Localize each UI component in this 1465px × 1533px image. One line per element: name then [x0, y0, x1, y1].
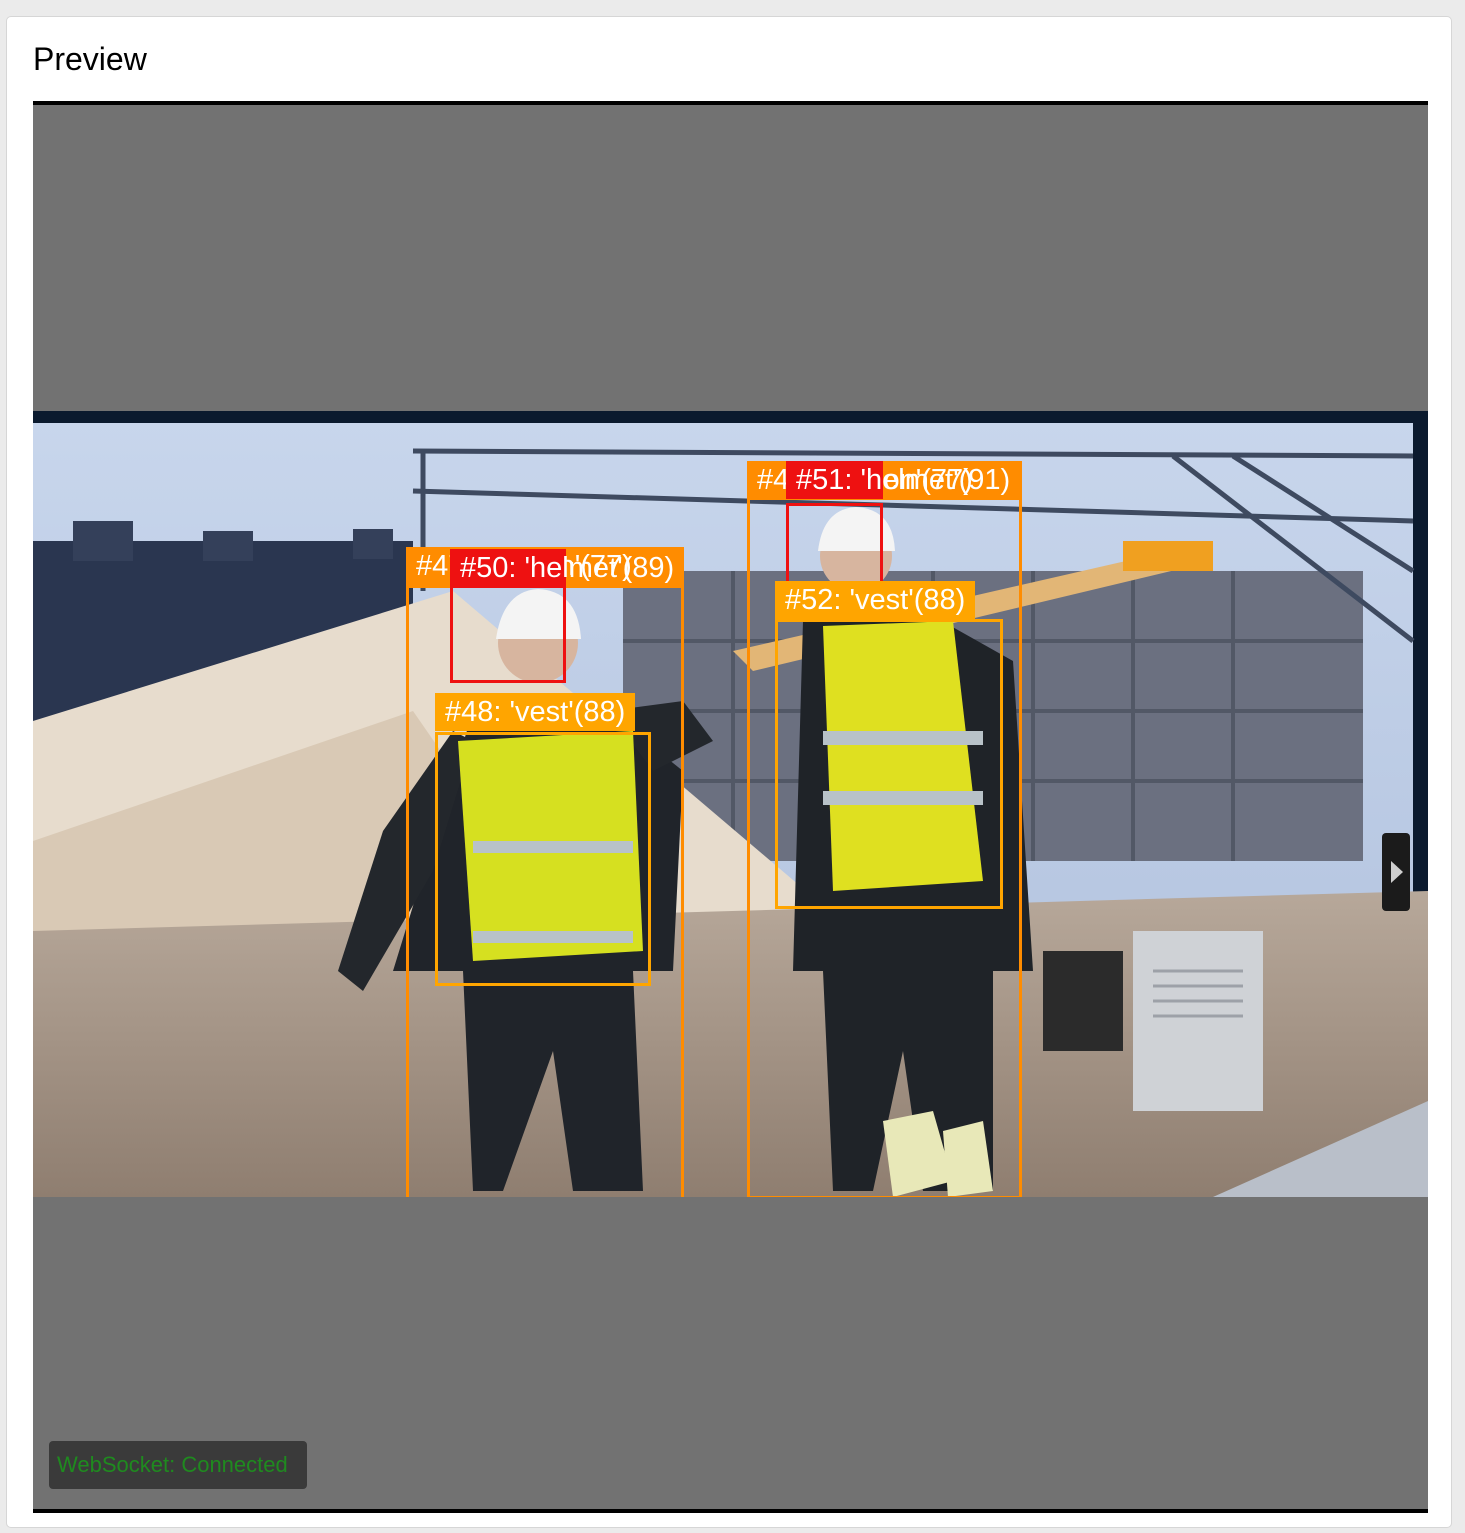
chevron-right-icon: [1391, 861, 1403, 883]
detection-box-helmet-50: [450, 585, 566, 683]
construction-scene-image: [33, 411, 1428, 1197]
preview-card: Preview #47: 'person'(77) #50: 'helmet'(…: [6, 16, 1452, 1528]
video-viewer[interactable]: #47: 'person'(77) #49: 'person'(77) #50:…: [33, 101, 1428, 1513]
detection-label-vest-52: #52: 'vest'(88): [775, 581, 976, 619]
camera-frame: #47: 'person'(77) #49: 'person'(77) #50:…: [33, 411, 1428, 1197]
panel-title: Preview: [33, 41, 147, 77]
websocket-status: WebSocket: Connected: [49, 1441, 307, 1489]
detection-box-vest-52: [775, 619, 1003, 909]
detection-label-helmet-51: #51: 'helmet'(91): [786, 461, 1010, 499]
detection-box-helmet-51: [786, 503, 883, 585]
detection-label-helmet-50: #50: 'helmet'(89): [450, 549, 674, 587]
next-frame-button[interactable]: [1382, 833, 1410, 911]
detection-label-vest-48: #48: 'vest'(88): [435, 693, 636, 731]
detection-box-vest-48: [435, 732, 651, 986]
